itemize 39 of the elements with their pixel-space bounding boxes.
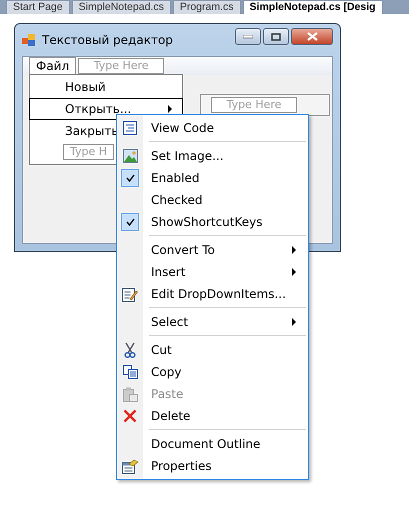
menu-item[interactable]: Properties xyxy=(117,455,308,477)
menu-item[interactable]: Copy xyxy=(117,361,308,383)
menu-item[interactable]: Delete xyxy=(117,405,308,427)
menu-item[interactable]: Set Image... xyxy=(117,145,308,167)
menu-item[interactable]: View Code xyxy=(117,117,308,139)
delete-icon xyxy=(123,409,137,423)
maximize-button[interactable] xyxy=(263,28,289,45)
close-icon xyxy=(306,32,318,41)
picture-icon xyxy=(122,149,138,163)
submenu-arrow-icon xyxy=(292,268,296,276)
maximize-icon xyxy=(271,32,281,40)
form-icon xyxy=(22,34,36,46)
submenu-arrow-icon xyxy=(292,318,296,326)
document-tab[interactable]: SimpleNotepad.cs [Desig xyxy=(242,0,383,14)
menu-item[interactable]: Файл xyxy=(29,57,76,75)
minimize-icon xyxy=(243,34,253,38)
menu-item[interactable]: Edit DropDownItems... xyxy=(117,283,308,305)
scissors-icon xyxy=(124,342,136,358)
menu-item[interactable]: Checked xyxy=(117,189,308,211)
menu-item[interactable]: Convert To xyxy=(117,239,308,261)
minimize-button[interactable] xyxy=(235,28,261,45)
document-icon xyxy=(123,121,137,135)
document-tab[interactable]: SimpleNotepad.cs xyxy=(72,0,171,14)
menu-item[interactable]: Select xyxy=(117,311,308,333)
menu-item[interactable]: ShowShortcutKeys xyxy=(117,211,308,233)
close-button[interactable] xyxy=(291,28,333,45)
window-title: Текстовый редактор xyxy=(42,33,174,47)
document-tab[interactable]: Start Page xyxy=(6,0,70,14)
dropdown-item[interactable]: Новый xyxy=(29,76,183,98)
submenu-arrow-icon xyxy=(292,246,296,254)
edit-list-icon xyxy=(122,286,138,302)
menu-item[interactable]: Cut xyxy=(117,339,308,361)
properties-icon xyxy=(122,458,138,474)
menu-item[interactable]: Enabled xyxy=(117,167,308,189)
paste-icon xyxy=(122,386,138,402)
document-tab[interactable]: Program.cs xyxy=(172,0,241,14)
menu-item[interactable]: Insert xyxy=(117,261,308,283)
copy-icon xyxy=(122,365,138,379)
menu-item[interactable]: Document Outline xyxy=(117,433,308,455)
